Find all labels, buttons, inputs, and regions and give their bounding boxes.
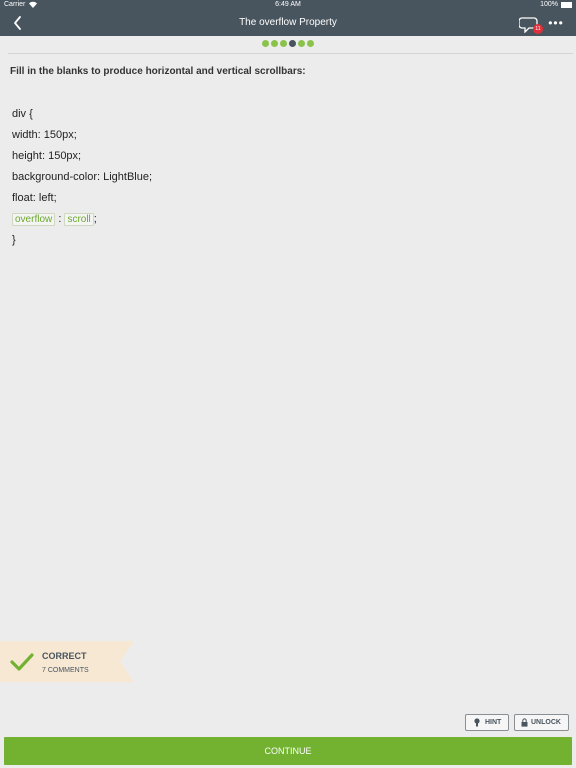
code-block: div { width: 150px; height: 150px; backg…: [12, 104, 152, 251]
code-line: background-color: LightBlue;: [12, 171, 153, 183]
answer-blank-property[interactable]: overflow: [12, 213, 56, 226]
progress-step[interactable]: [280, 40, 287, 47]
code-line-blanks: overflow : scroll;: [12, 209, 152, 230]
clock: 6:49 AM: [275, 1, 301, 8]
comment-count-badge: 11: [533, 24, 543, 34]
page-title: The overflow Property: [239, 17, 337, 28]
answer-blank-value[interactable]: scroll: [64, 213, 94, 226]
checkmark-icon: [10, 653, 34, 671]
progress-step[interactable]: [307, 40, 314, 47]
progress-step[interactable]: [298, 40, 305, 47]
continue-button[interactable]: CONTINUE: [4, 737, 572, 765]
lightbulb-icon: [474, 718, 480, 727]
code-line: width: 150px;: [12, 129, 77, 141]
battery-icon: [561, 2, 572, 8]
lock-icon: [521, 718, 528, 727]
lesson-progress: [0, 40, 576, 50]
progress-step[interactable]: [262, 40, 269, 47]
code-line: float: left;: [12, 192, 57, 204]
divider: [8, 53, 573, 54]
semicolon: ;: [93, 213, 97, 225]
more-options-icon[interactable]: •••: [548, 16, 564, 30]
question-prompt: Fill in the blanks to produce horizontal…: [10, 66, 306, 77]
code-line: height: 150px;: [12, 150, 82, 162]
code-line: div {: [12, 108, 33, 120]
result-status: CORRECT: [42, 651, 87, 661]
progress-step-current[interactable]: [289, 40, 296, 47]
navigation-bar: The overflow Property 11 •••: [0, 11, 576, 36]
correct-banner[interactable]: CORRECT 7 COMMENTS: [0, 641, 134, 682]
hint-button[interactable]: HINT: [465, 714, 509, 731]
comments-count-link[interactable]: 7 COMMENTS: [42, 667, 89, 674]
hint-label: HINT: [485, 719, 502, 726]
colon: :: [58, 213, 62, 225]
battery-percentage: 100%: [540, 1, 558, 8]
progress-step[interactable]: [271, 40, 278, 47]
unlock-button[interactable]: UNLOCK: [514, 714, 569, 731]
unlock-label: UNLOCK: [531, 719, 561, 726]
status-bar: Carrier 6:49 AM 100%: [0, 0, 576, 11]
code-line: }: [12, 234, 16, 246]
